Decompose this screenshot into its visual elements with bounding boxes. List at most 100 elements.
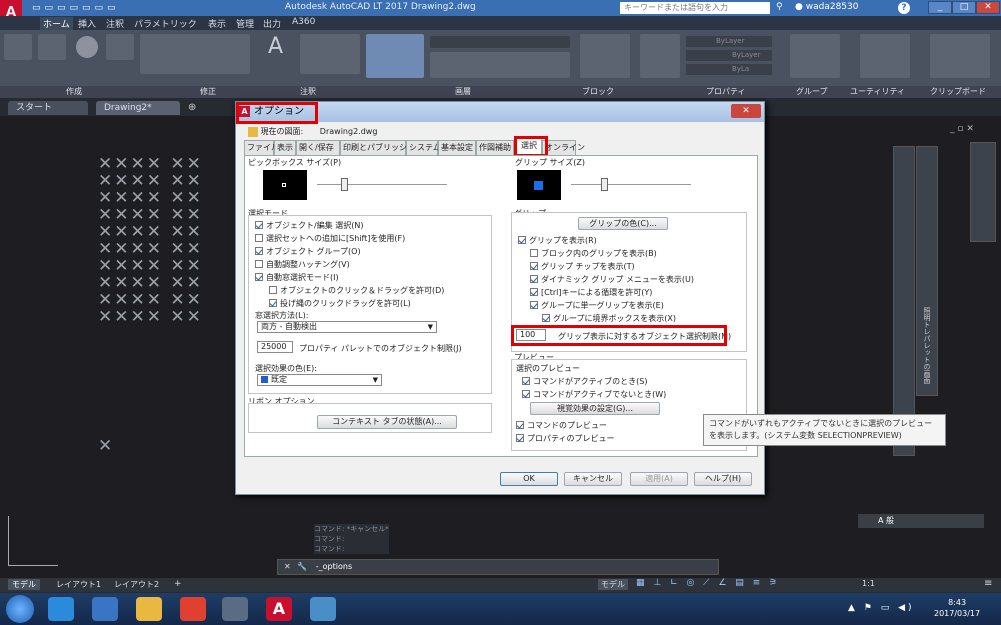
checkbox[interactable] [255,233,263,242]
checkbox[interactable] [530,248,538,257]
tab-display[interactable]: 表示 [274,140,296,155]
layer-tools[interactable] [430,52,570,78]
contextual-tab-states-button[interactable]: コンテキスト タブの状態(A)... [317,415,457,429]
option-dynamic-grip-menu[interactable]: ダイナミック グリップ メニューを表示(U) [530,274,694,285]
property-limit-input[interactable]: 25000 [257,341,293,353]
navigation-bar[interactable] [970,142,996,242]
clock[interactable]: 8:43 2017/03/17 [934,597,980,619]
measure-tool-icon[interactable] [860,34,910,78]
option-show-grips[interactable]: グリップを表示(R) [518,235,597,246]
panel-modify[interactable]: 修正 [200,86,216,97]
panel-annotation[interactable]: 注釈 [300,86,316,97]
checkbox[interactable] [269,285,277,294]
checkbox[interactable] [518,235,526,244]
checkbox[interactable] [530,261,538,270]
tab-parametric[interactable]: パラメトリック [134,17,197,30]
option-preview-no-command[interactable]: コマンドがアクティブでないとき(W) [522,389,666,400]
pickbox-slider-track[interactable] [317,184,447,185]
modify-tools[interactable] [140,34,250,74]
polyline-tool-icon[interactable] [38,34,66,60]
option-shift-to-add[interactable]: 選択セットへの追加に[Shift]を使用(F) [255,233,405,244]
panel-layers[interactable]: 画層 [455,86,471,97]
command-input[interactable]: -_options [316,562,352,571]
option-command-preview[interactable]: コマンドのプレビュー [516,420,607,431]
tab-drafting[interactable]: 作図補助 [476,140,514,155]
user-name[interactable]: ● wada28530 [795,2,858,12]
tray-icons[interactable]: ▲ ⚑ ▭ ◀) [848,603,915,613]
window-method-dropdown[interactable]: 両方 - 自動検出 ▼ [257,321,437,333]
chrome-icon[interactable] [180,597,206,621]
tab-manage[interactable]: 管理 [236,17,254,30]
tab-drawing2[interactable]: Drawing2* [96,101,180,115]
visual-effects-button[interactable]: 視覚効果の設定(G)... [530,402,660,415]
text-tool-icon[interactable]: A [268,34,292,64]
panel-utilities[interactable]: ユーティリティ [850,86,905,97]
layer-properties-icon[interactable] [366,34,424,78]
new-tab-button[interactable]: ⊕ [188,102,196,113]
panel-groups[interactable]: グループ [796,86,828,97]
help-button[interactable]: ヘルプ(H) [694,472,752,486]
option-lasso[interactable]: 投げ縄のクリックドラッグを許可(L) [269,298,411,309]
panel-properties[interactable]: プロパティ [706,86,746,97]
model-space-button[interactable]: モデル [598,579,628,590]
tab-files[interactable]: ファイル [244,140,279,155]
start-button[interactable] [6,595,34,623]
tab-home[interactable]: ホーム [40,17,73,30]
option-grip-tips[interactable]: グリップ チップを表示(T) [530,261,635,272]
pickbox-slider-thumb[interactable] [341,178,348,191]
command-line[interactable]: ✕ 🔧 -_options [277,559,719,575]
dimension-tool-icon[interactable] [300,34,360,74]
search-input[interactable]: キーワードまたは語句を入力 [620,2,770,14]
tray-toolbar[interactable]: A 般 [858,514,984,528]
layout-tab-layout1[interactable]: レイアウト1 [56,579,101,590]
tab-open-save[interactable]: 開く/保存 [296,140,340,155]
checkbox[interactable] [516,433,524,442]
checkbox[interactable] [522,389,530,398]
option-preview-command-active[interactable]: コマンドがアクティブのとき(S) [522,376,647,387]
cancel-button[interactable]: キャンセル [564,472,622,486]
annotation-scale[interactable]: 1:1 [862,579,875,588]
checkbox[interactable] [530,287,538,296]
wrench-icon[interactable]: 🔧 [297,562,307,571]
checkbox[interactable] [269,298,277,307]
tab-output[interactable]: 出力 [263,17,281,30]
tab-annotate[interactable]: 注釈 [106,17,124,30]
add-layout-icon[interactable]: + [174,579,182,589]
checkbox[interactable] [255,272,263,281]
insert-block-icon[interactable] [580,34,630,78]
customize-icon[interactable]: ≡ [984,578,992,589]
color-dropdown[interactable]: ByLayer [686,36,772,47]
panel-draw[interactable]: 作成 [66,86,82,97]
option-property-preview[interactable]: プロパティのプレビュー [516,433,615,444]
minimize-button[interactable]: _ [928,1,952,14]
maximize-button[interactable]: □ [952,1,976,14]
line-tool-icon[interactable] [4,34,32,60]
checkbox[interactable] [255,259,263,268]
grip-colors-button[interactable]: グリップの色(C)... [578,217,668,230]
tab-view[interactable]: 表示 [208,17,226,30]
panel-clipboard[interactable]: クリップボード [930,86,986,97]
grip-slider-track[interactable] [571,184,691,185]
effect-color-dropdown[interactable]: 既定 ▼ [257,374,382,386]
option-ctrl-cycling[interactable]: [Ctrl]キーによる循環を許可(Y) [530,287,652,298]
ok-button[interactable]: OK [500,472,558,486]
paste-tool-icon[interactable] [930,34,990,78]
quick-access-toolbar[interactable]: ▭▭▭▭▭▭▭ [32,3,172,13]
apply-button[interactable]: 適用(A) [630,472,688,486]
dialog-close-button[interactable]: ✕ [731,104,761,118]
autocad-taskbar-icon[interactable]: A [266,597,292,621]
option-implied-windowing[interactable]: 自動窓選択モード(I) [255,272,339,283]
tab-insert[interactable]: 挿入 [78,17,96,30]
viewport-controls[interactable]: _ ▫ ✕ [950,124,974,134]
option-noun-verb[interactable]: オブジェクト/編集 選択(N) [255,220,363,231]
status-toggles[interactable]: ▦ ⊥ ∟ ◎ ⟋ ∠ ▤ ≡ ⚞ [636,578,780,588]
checkbox[interactable] [255,246,263,255]
lineweight-dropdown[interactable]: ByLa [686,64,772,75]
checkbox[interactable] [530,300,538,309]
option-object-grouping[interactable]: オブジェクト グループ(O) [255,246,361,257]
close-icon[interactable]: ✕ [284,562,291,571]
option-press-drag[interactable]: オブジェクトのクリック＆ドラッグを許可(D) [269,285,444,296]
tab-start[interactable]: スタート [8,101,88,115]
help-icon[interactable]: ? [898,2,910,14]
option-single-grip-groups[interactable]: グループに単一グリップを表示(E) [530,300,664,311]
